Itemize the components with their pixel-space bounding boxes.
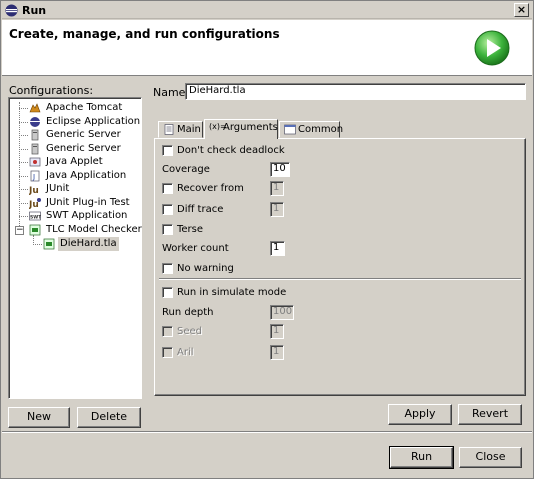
name-label: Name:	[153, 86, 190, 99]
delete-configuration-button[interactable]: Delete	[77, 407, 141, 428]
run-depth-label: Run depth	[162, 307, 214, 318]
new-configuration-button[interactable]: New	[8, 407, 70, 428]
tree-line	[19, 122, 28, 123]
main-tab-icon	[164, 124, 174, 135]
swt-icon: SWT	[29, 211, 41, 221]
tree-line	[19, 203, 28, 204]
checkbox-box[interactable]	[162, 204, 173, 215]
checkbox-label: No warning	[177, 263, 234, 274]
collapse-toggle-icon[interactable]: −	[15, 226, 24, 235]
dialog-heading: Create, manage, and run configurations	[9, 27, 280, 41]
tab-arguments-label: Arguments	[223, 122, 278, 133]
java-applet-icon	[29, 157, 41, 167]
tree-line	[19, 108, 28, 109]
checkbox-box[interactable]	[162, 183, 173, 194]
tree-item-label: JUnit	[46, 183, 70, 194]
recover-from-field[interactable]: 1	[270, 181, 284, 196]
run-play-icon	[474, 30, 510, 66]
checkbox-box[interactable]	[162, 145, 173, 156]
footer-divider	[2, 431, 532, 433]
revert-button[interactable]: Revert	[458, 404, 522, 425]
coverage-spinner[interactable]: 10	[270, 162, 290, 177]
worker-count-label: Worker count	[162, 243, 229, 254]
eclipse-app-icon	[5, 4, 18, 17]
tree-line	[19, 135, 28, 136]
checkbox-label: Aril	[177, 347, 194, 358]
tree-item-label: SWT Application	[46, 210, 128, 221]
tree-item-label: Generic Server	[46, 143, 121, 154]
svg-text:Ju: Ju	[29, 200, 39, 209]
tab-arguments[interactable]: (x)= Arguments	[204, 119, 278, 139]
checkbox-label: Run in simulate mode	[177, 287, 287, 298]
worker-count-row: Worker count	[162, 242, 229, 256]
coverage-label: Coverage	[162, 164, 210, 175]
tlc-icon	[29, 224, 41, 236]
java-application-icon: J	[30, 170, 40, 182]
tree-line	[19, 189, 28, 190]
checkbox-label: Recover from	[177, 183, 244, 194]
tab-common-label: Common	[298, 124, 344, 135]
svg-text:J: J	[32, 173, 35, 181]
aril-field[interactable]: 1	[270, 345, 284, 360]
section-divider	[159, 278, 521, 280]
tree-item-label: JUnit Plug-in Test	[46, 197, 130, 208]
tab-common[interactable]: Common	[279, 121, 344, 138]
server-icon	[31, 143, 39, 155]
checkbox-label: Seed	[177, 326, 202, 337]
coverage-row: Coverage	[162, 163, 210, 177]
run-depth-field[interactable]: 100	[270, 305, 294, 320]
seed-field[interactable]: 1	[270, 324, 284, 339]
diff-trace-field[interactable]: 1	[270, 202, 284, 217]
eclipse-icon	[30, 117, 40, 127]
run-depth-row: Run depth	[162, 306, 213, 320]
window-title: Run	[22, 4, 47, 17]
tree-line	[19, 216, 28, 217]
server-icon	[31, 129, 39, 141]
title-bar[interactable]: Run ×	[2, 2, 532, 19]
tree-line	[19, 149, 28, 150]
checkbox-box[interactable]	[162, 326, 173, 337]
tree-line	[33, 244, 42, 245]
checkbox-label: Terse	[177, 224, 204, 235]
close-window-button[interactable]: ×	[514, 3, 529, 17]
tree-line	[19, 162, 28, 163]
tree-item-label: DieHard.tla	[58, 237, 119, 251]
configurations-label: Configurations:	[9, 84, 94, 97]
checkbox-box[interactable]	[162, 263, 173, 274]
checkbox-label: Diff trace	[177, 204, 224, 215]
tree-item-label: Generic Server	[46, 129, 121, 140]
tree-item-label: TLC Model Checker	[46, 224, 142, 235]
common-tab-icon	[284, 124, 296, 135]
junit-icon: Ju	[29, 186, 39, 195]
tree-item-label: Java Applet	[46, 156, 103, 167]
svg-text:SWT: SWT	[30, 215, 41, 221]
configurations-tree[interactable]: − Apache Tomcat Eclipse Application Gene…	[8, 97, 142, 399]
tree-item-label: Java Application	[46, 170, 127, 181]
name-field[interactable]: DieHard.tla	[185, 83, 526, 100]
tla-file-icon	[43, 238, 55, 250]
tree-item-label: Eclipse Application	[46, 116, 141, 127]
checkbox-box[interactable]	[162, 224, 173, 235]
tree-line	[19, 176, 28, 177]
tab-main[interactable]: Main	[158, 121, 203, 138]
tree-item-label: Apache Tomcat	[46, 102, 123, 113]
checkbox-box[interactable]	[162, 347, 173, 358]
tab-main-label: Main	[177, 124, 201, 135]
tomcat-icon	[29, 103, 41, 113]
checkbox-label: Don't check deadlock	[177, 145, 285, 156]
arguments-tab-icon: (x)=	[209, 122, 227, 131]
worker-count-spinner[interactable]: 1	[270, 241, 285, 256]
run-dialog: Run × Create, manage, and run configurat…	[0, 0, 534, 479]
junit-plugin-icon: Ju	[29, 198, 41, 209]
svg-text:Ju: Ju	[29, 186, 39, 195]
apply-button[interactable]: Apply	[388, 404, 452, 425]
close-button[interactable]: Close	[459, 447, 522, 468]
header-banner: Create, manage, and run configurations	[2, 20, 532, 76]
checkbox-box[interactable]	[162, 287, 173, 298]
run-button[interactable]: Run	[389, 446, 454, 469]
